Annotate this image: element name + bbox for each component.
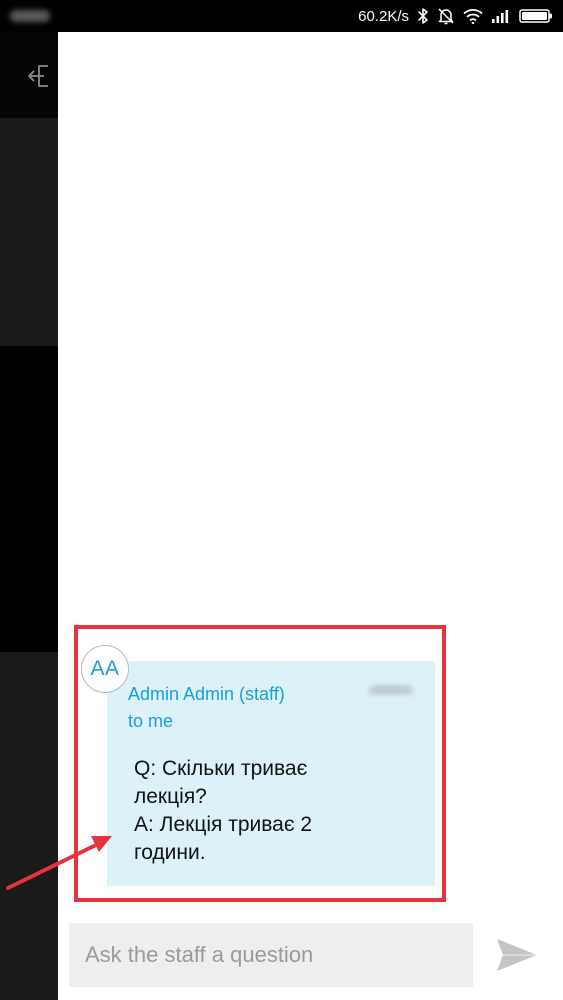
background-app [0, 32, 58, 1000]
send-icon [497, 939, 537, 971]
network-speed: 60.2K/s [358, 7, 409, 25]
status-icons: 60.2K/s [358, 0, 553, 32]
bluetooth-icon [417, 7, 429, 25]
message-line: години. [134, 841, 206, 864]
alarm-off-icon [437, 7, 455, 25]
message-body: Q: Скільки триває лекція? A: Лекція трив… [134, 755, 434, 867]
sender-name: Admin Admin (staff) [128, 684, 285, 704]
logout-icon[interactable] [26, 60, 58, 92]
background-app-header [0, 32, 58, 118]
message-line: лекція? [134, 785, 207, 808]
wifi-icon [463, 8, 483, 24]
status-time-blurred [10, 10, 50, 22]
status-bar: 60.2K/s [0, 0, 563, 32]
background-panel-bottom [0, 652, 58, 1000]
message-card: Admin Admin (staff) to me Q: Скільки три… [107, 661, 435, 886]
battery-icon [519, 8, 553, 24]
avatar: AA [81, 645, 129, 693]
message-timestamp-blurred [369, 685, 413, 695]
signal-icon [491, 8, 511, 24]
message-line: A: Лекція триває 2 [134, 813, 313, 836]
screen: 60.2K/s Admin Admin (staff) to me Q: Скі… [0, 0, 563, 1000]
message-line: Q: Скільки триває [134, 757, 308, 780]
question-input[interactable] [69, 923, 473, 987]
recipient-label: to me [128, 711, 174, 731]
chat-panel: Admin Admin (staff) to me Q: Скільки три… [58, 32, 563, 1000]
message-header: Admin Admin (staff) to me [128, 681, 285, 735]
background-panel-top [0, 118, 58, 346]
send-button[interactable] [492, 933, 542, 977]
